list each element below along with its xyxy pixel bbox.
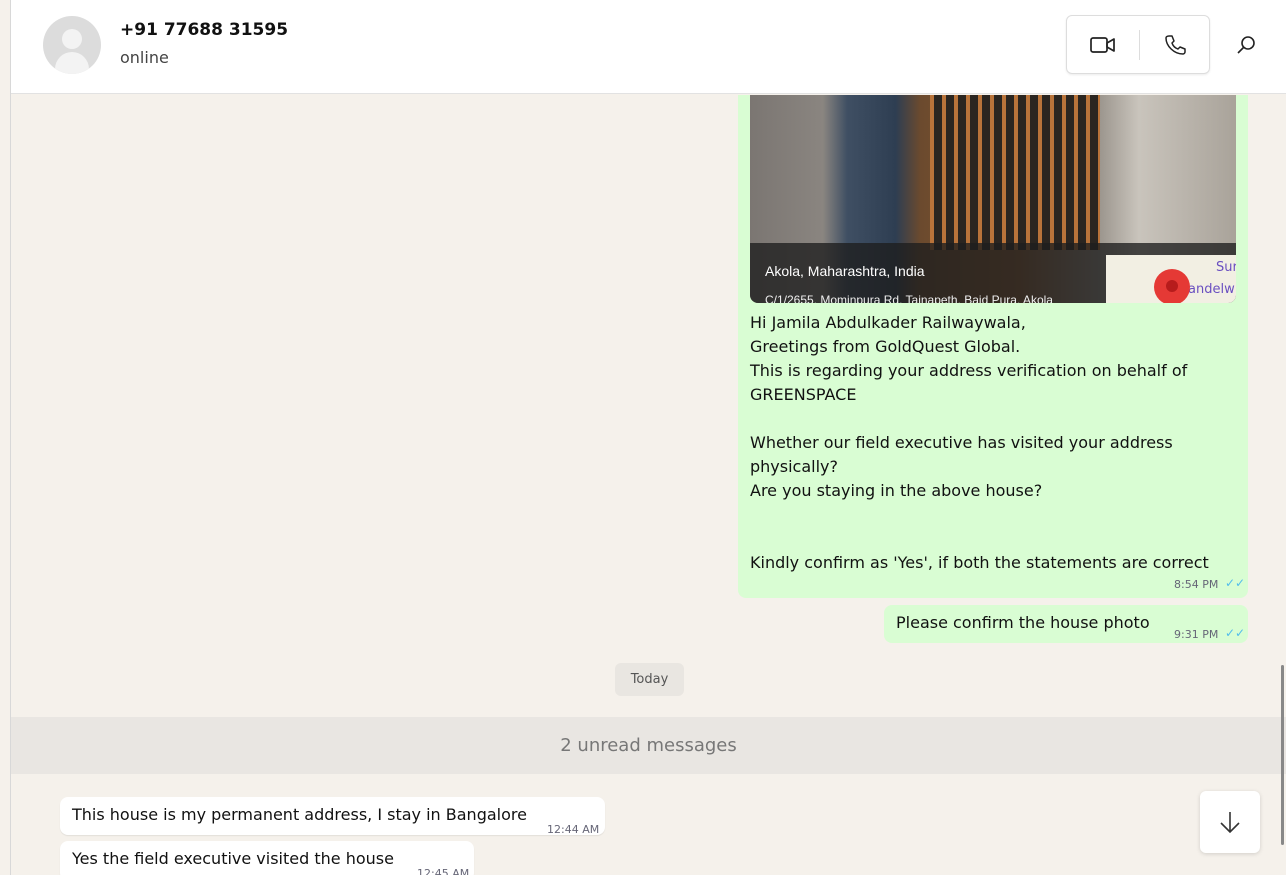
message-text: Yes the field executive visited the hous…	[72, 849, 394, 868]
call-buttons	[1066, 15, 1210, 74]
map-thumbnail[interactable]: Sur andelw	[1106, 255, 1236, 303]
search-button[interactable]	[1233, 32, 1259, 58]
message-time: 8:54 PM	[1174, 578, 1219, 591]
message-line: Hi Jamila Abdulkader Railwaywala,	[750, 313, 1026, 332]
message-bubble-outgoing[interactable]: Please confirm the house photo 9:31 PM ✓…	[884, 605, 1248, 643]
video-camera-icon	[1090, 37, 1115, 53]
message-line: Are you staying in the above house?	[750, 481, 1043, 500]
location-photo[interactable]: Akola, Maharashtra, India C/1/2655, Momi…	[750, 95, 1236, 303]
message-line: Kindly confirm as 'Yes', if both the sta…	[750, 553, 1209, 572]
read-receipt-icon: ✓✓	[1225, 576, 1246, 590]
read-receipt-icon: ✓✓	[1225, 626, 1246, 640]
message-line: This is regarding your address verificat…	[750, 361, 1188, 380]
date-divider: Today	[615, 663, 684, 696]
message-list[interactable]: Akola, Maharashtra, India C/1/2655, Momi…	[11, 95, 1286, 875]
message-line	[750, 407, 1230, 431]
message-line: Whether our field executive has visited …	[750, 433, 1173, 452]
voice-call-button[interactable]	[1153, 28, 1197, 62]
chat-header: +91 77688 31595 online	[11, 0, 1286, 94]
message-line: physically?	[750, 457, 838, 476]
phone-icon	[1165, 35, 1186, 55]
arrow-down-icon	[1220, 812, 1240, 834]
contact-status: online	[120, 48, 169, 67]
location-address: C/1/2655, Mominpura Rd, Tajnapeth, Baid …	[765, 293, 1053, 303]
message-time: 12:44 AM	[547, 823, 600, 836]
video-call-button[interactable]	[1081, 28, 1125, 62]
scroll-to-bottom-button[interactable]	[1200, 791, 1260, 853]
message-line: Greetings from GoldQuest Global.	[750, 337, 1021, 356]
message-text: Please confirm the house photo	[896, 613, 1150, 632]
unread-banner: 2 unread messages	[11, 717, 1286, 774]
message-line: GREENSPACE	[750, 385, 857, 404]
message-text: This house is my permanent address, I st…	[72, 805, 527, 824]
search-icon	[1237, 36, 1255, 54]
contact-name[interactable]: +91 77688 31595	[120, 20, 288, 40]
map-label: Sur	[1216, 260, 1236, 275]
avatar[interactable]	[43, 16, 101, 74]
location-title: Akola, Maharashtra, India	[765, 263, 925, 279]
message-line	[750, 503, 1230, 527]
scrollbar[interactable]	[1281, 665, 1284, 845]
map-pin-icon	[1154, 269, 1190, 303]
map-label: andelw	[1188, 282, 1235, 297]
message-time: 12:45 AM	[417, 867, 470, 875]
message-bubble-incoming[interactable]: This house is my permanent address, I st…	[60, 797, 605, 836]
message-text: Hi Jamila Abdulkader Railwaywala, Greetin…	[750, 311, 1230, 575]
message-line	[750, 527, 1230, 551]
message-bubble-incoming[interactable]: Yes the field executive visited the hous…	[60, 841, 474, 875]
message-time: 9:31 PM	[1174, 628, 1219, 641]
